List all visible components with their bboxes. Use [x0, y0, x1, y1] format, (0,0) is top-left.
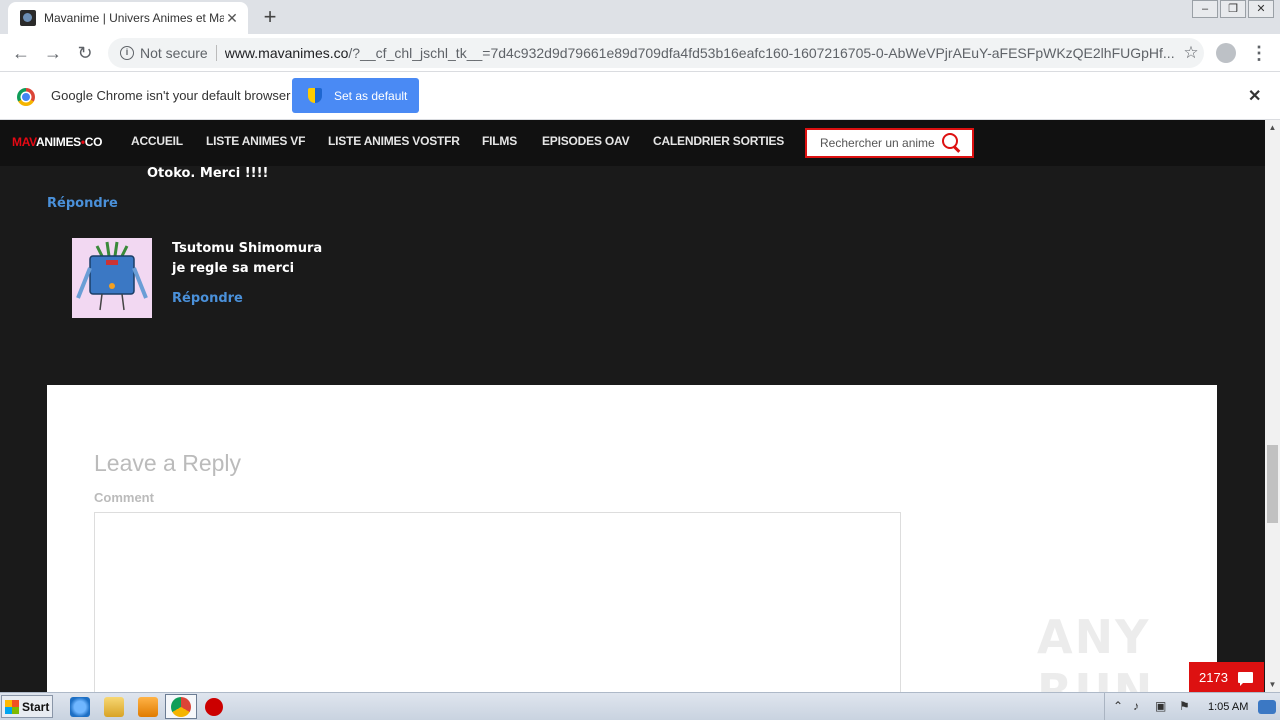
reply-link[interactable]: Répondre — [172, 291, 243, 306]
avatar — [72, 238, 152, 318]
address-separator — [215, 45, 217, 61]
browser-tab[interactable]: Mavanime | Univers Animes et Mangas ✕ — [8, 2, 248, 34]
site-nav-bar: MAVANIMES•CO ACCUEIL LISTE ANIMES VF LIS… — [0, 120, 1265, 166]
show-desktop-icon[interactable] — [1258, 700, 1276, 714]
back-arrow-icon[interactable]: ← — [9, 41, 33, 65]
comment-counter-button[interactable]: 2173 — [1189, 662, 1264, 692]
chrome-menu-icon[interactable]: ⋮ — [1250, 41, 1268, 65]
site-favicon-icon — [20, 10, 36, 26]
nav-item-calendrier-sorties[interactable]: CALENDRIER SORTIES — [653, 134, 784, 148]
new-tab-button[interactable]: + — [258, 5, 282, 29]
chat-bubble-icon — [1237, 671, 1253, 686]
start-label: Start — [22, 699, 50, 714]
scroll-down-arrow-icon[interactable]: ▼ — [1265, 677, 1280, 692]
volume-icon[interactable]: ♪ — [1133, 699, 1139, 713]
chrome-logo-icon — [17, 88, 35, 106]
file-explorer-icon[interactable] — [104, 697, 124, 717]
site-search — [805, 128, 974, 158]
url-host: www.mavanimes.co — [224, 45, 349, 61]
taskbar-clock[interactable]: 1:05 AM — [1208, 701, 1248, 713]
url-path: /?__cf_chl_jschl_tk__=7d4c932d9d79661e89… — [348, 45, 1175, 61]
search-icon[interactable] — [941, 132, 963, 154]
security-alert-icon[interactable] — [205, 698, 223, 716]
reply-form-title: Leave a Reply — [94, 450, 242, 476]
address-bar[interactable]: i Not secure www.mavanimes.co/?__cf_chl_… — [108, 38, 1204, 68]
browser-toolbar: ← → ↻ i Not secure www.mavanimes.co/?__c… — [0, 34, 1280, 72]
minimize-icon[interactable]: – — [1192, 0, 1218, 18]
comment-label: Comment — [94, 490, 154, 505]
web-page: MAVANIMES•CO ACCUEIL LISTE ANIMES VF LIS… — [0, 120, 1265, 692]
counter-value: 2173 — [1199, 669, 1228, 685]
logo-tld: CO — [84, 135, 103, 149]
robot-avatar-icon — [72, 238, 152, 318]
logo-red-part: MAV — [12, 135, 36, 149]
close-tab-icon[interactable]: ✕ — [224, 10, 240, 26]
forward-arrow-icon[interactable]: → — [41, 41, 65, 65]
uac-shield-icon — [308, 88, 322, 103]
windows-logo-icon — [5, 699, 19, 714]
site-logo[interactable]: MAVANIMES•CO — [12, 135, 102, 149]
page-scrollbar[interactable]: ▲ ▼ — [1265, 120, 1280, 692]
close-infobar-icon[interactable]: ✕ — [1248, 86, 1261, 106]
search-input[interactable] — [807, 131, 937, 155]
comment-text-tail: Otoko. Merci !!!! — [147, 166, 269, 181]
restore-icon[interactable]: ❐ — [1220, 0, 1246, 18]
internet-explorer-icon[interactable] — [70, 697, 90, 717]
tray-expand-icon[interactable]: ⌃ — [1113, 699, 1123, 713]
comment-author[interactable]: Tsutomu Shimomura — [172, 241, 322, 256]
scroll-up-arrow-icon[interactable]: ▲ — [1265, 120, 1280, 135]
network-icon[interactable]: ▣ — [1155, 699, 1166, 713]
nav-item-accueil[interactable]: ACCUEIL — [131, 134, 183, 148]
infobar-message: Google Chrome isn't your default browser — [51, 88, 291, 103]
start-button[interactable]: Start — [1, 695, 53, 718]
windows-taskbar: Start ⌃ ♪ ▣ ⚑ 1:05 AM — [0, 692, 1280, 720]
media-player-icon[interactable] — [138, 697, 158, 717]
reload-icon[interactable]: ↻ — [73, 41, 97, 65]
tab-title: Mavanime | Univers Animes et Mangas — [44, 11, 224, 25]
window-controls: – ❐ ✕ — [1190, 0, 1274, 18]
not-secure-label: Not secure — [140, 45, 208, 61]
nav-item-films[interactable]: FILMS — [482, 134, 517, 148]
info-icon[interactable]: i — [120, 46, 134, 60]
nav-item-liste-animes-vf[interactable]: LISTE ANIMES VF — [206, 134, 305, 148]
default-browser-infobar: Google Chrome isn't your default browser… — [0, 72, 1280, 120]
reply-link[interactable]: Répondre — [47, 196, 118, 211]
comment-textarea[interactable] — [94, 512, 901, 692]
set-default-label: Set as default — [334, 88, 408, 103]
tab-strip: Mavanime | Univers Animes et Mangas ✕ + … — [0, 0, 1280, 34]
close-window-icon[interactable]: ✕ — [1248, 0, 1274, 18]
nav-item-episodes-oav[interactable]: EPISODES OAV — [542, 134, 630, 148]
system-tray: ⌃ ♪ ▣ ⚑ — [1104, 693, 1280, 720]
action-center-flag-icon[interactable]: ⚑ — [1179, 699, 1190, 713]
chrome-taskbar-icon — [171, 697, 191, 717]
scrollbar-thumb[interactable] — [1267, 445, 1278, 523]
profile-avatar-icon[interactable] — [1216, 43, 1236, 63]
url-text[interactable]: www.mavanimes.co/?__cf_chl_jschl_tk__=7d… — [225, 45, 1178, 61]
nav-item-liste-animes-vostfr[interactable]: LISTE ANIMES VOSTFR — [328, 134, 460, 148]
comment-text: je regle sa merci — [172, 261, 295, 276]
logo-white-part: ANIMES — [36, 135, 81, 149]
bookmark-star-icon[interactable]: ☆ — [1178, 43, 1204, 63]
set-as-default-button[interactable]: Set as default — [292, 78, 419, 113]
